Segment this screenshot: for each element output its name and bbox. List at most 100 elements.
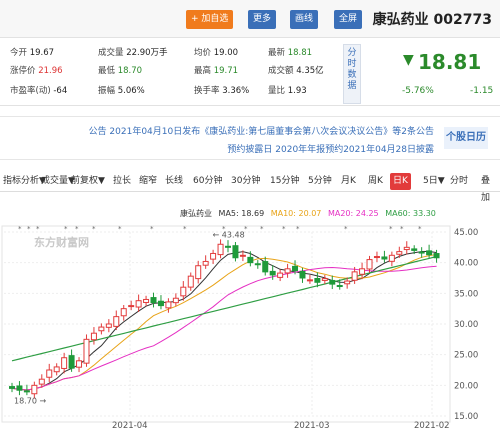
candle-body <box>157 300 164 307</box>
candle-body <box>90 332 97 341</box>
ma-lines <box>11 250 437 391</box>
disclosure-date-link[interactable]: 预约披露日 2020年年报预约2021年04月28日披露 <box>227 142 434 155</box>
candle-body <box>150 297 157 304</box>
fullscreen-button[interactable]: 全屏 <box>334 10 363 29</box>
indicator-dropdown[interactable]: 指标分析▼ <box>0 173 49 190</box>
quote-cell: 成交额 4.35亿 <box>268 66 324 76</box>
quote-cell: 均价 19.00 <box>194 48 239 58</box>
tab-overlay[interactable]: 叠加 <box>478 173 500 203</box>
candles <box>9 239 440 399</box>
candle-body <box>396 251 403 255</box>
event-marker: * <box>296 225 300 233</box>
event-marker: * <box>75 225 79 233</box>
tab-weekly-k[interactable]: 周K <box>365 173 386 190</box>
more-button[interactable]: 更多 <box>248 10 277 29</box>
candle-body <box>403 246 410 251</box>
candle-body <box>373 256 380 259</box>
tab-stretch[interactable]: 拉长 <box>110 173 134 190</box>
candle-body <box>366 259 373 270</box>
candle-body <box>247 256 254 264</box>
tab-intraday[interactable]: 分时 <box>447 173 471 190</box>
x-tick-label: 2021-03 <box>294 421 330 429</box>
calendar-tag[interactable]: 个股日历 <box>444 127 488 149</box>
candle-body <box>306 279 313 282</box>
low-annotation: 18.70 → <box>14 396 46 405</box>
candle-body <box>277 272 284 278</box>
candle-body <box>433 253 440 259</box>
quote-panel: ▼ 18.81 -1.15 -5.76% 分时 数据 今开 19.67 成交量 … <box>0 38 500 106</box>
candle-body <box>426 250 433 256</box>
5day-dropdown[interactable]: 5日▼ <box>420 173 448 190</box>
down-arrow-icon: ▼ <box>403 52 414 68</box>
candle-body <box>232 245 239 259</box>
y-tick-label: 40.00 <box>454 259 478 269</box>
y-tick-label: 30.00 <box>454 320 478 330</box>
y-tick-label: 20.00 <box>454 381 478 391</box>
candle-body <box>23 390 30 393</box>
tab-long-line[interactable]: 长线 <box>162 173 186 190</box>
announcement-link[interactable]: 公告 2021年04月10日发布《康弘药业:第七届董事会第八次会议决议公告》等2… <box>89 124 434 137</box>
candle-body <box>299 270 306 279</box>
tab-narrow[interactable]: 缩窄 <box>136 173 160 190</box>
candle-body <box>31 384 38 395</box>
latest-price: 18.81 <box>418 50 482 74</box>
candle-body <box>105 323 112 328</box>
candle-body <box>16 385 23 391</box>
quote-cell: 市盈率(动) -64 <box>10 86 68 96</box>
gridlines <box>4 231 448 417</box>
quote-cell: 最新 18.81 <box>268 48 313 58</box>
event-marker: * <box>118 225 122 233</box>
event-marker: * <box>400 225 404 233</box>
candle-body <box>262 261 269 273</box>
event-marker: * <box>418 225 422 233</box>
tab-15min[interactable]: 15分钟 <box>267 173 302 190</box>
quote-cell: 最高 19.71 <box>194 66 239 76</box>
event-marker: * <box>183 225 187 233</box>
y-tick-label: 45.00 <box>454 228 478 238</box>
candle-body <box>336 285 343 288</box>
price-change: -1.15 <box>470 86 494 96</box>
tab-intraday-data[interactable]: 分时 数据 <box>343 44 361 104</box>
tab-60min[interactable]: 60分钟 <box>190 173 225 190</box>
candle-body <box>98 326 105 332</box>
candle-body <box>76 360 83 368</box>
y-tick-label: 15.00 <box>454 412 478 422</box>
candle-body <box>388 254 395 262</box>
candle-body <box>113 316 120 327</box>
candlestick-chart[interactable]: 45.00 40.00 35.00 30.00 25.00 20.00 15.00 2021… <box>0 196 500 429</box>
candle-body <box>61 357 68 369</box>
add-favorite-button[interactable]: + 加自选 <box>186 10 234 29</box>
event-marker: * <box>92 225 96 233</box>
candle-body <box>292 265 299 272</box>
quote-cell: 量比 1.93 <box>268 86 307 96</box>
quote-cell: 换手率 3.36% <box>194 86 250 96</box>
header-bar: 康弘药业 002773 + 加自选 更多 画线 全屏 <box>0 0 500 38</box>
x-tick-label: 2021-02 <box>414 421 450 429</box>
tab-monthly-k[interactable]: 月K <box>338 173 359 190</box>
draw-line-button[interactable]: 画线 <box>290 10 319 29</box>
tab-daily-k[interactable]: 日K <box>390 173 411 190</box>
event-marker: * <box>389 225 393 233</box>
candle-body <box>269 270 276 276</box>
candle-body <box>9 386 15 389</box>
candle-body <box>321 278 328 281</box>
candle-body <box>284 268 291 274</box>
candle-body <box>239 254 246 257</box>
candle-body <box>180 286 187 297</box>
y-tick-label: 35.00 <box>454 289 478 299</box>
candle-body <box>381 256 388 260</box>
event-marker: * <box>18 225 22 233</box>
stock-title: 康弘药业 002773 <box>372 12 492 28</box>
candle-body <box>68 355 75 369</box>
candle-body <box>38 378 45 385</box>
quote-cell: 成交量 22.90万手 <box>98 48 168 58</box>
quote-cell: 最低 18.70 <box>98 66 143 76</box>
candle-body <box>359 268 366 275</box>
tab-5min[interactable]: 5分钟 <box>305 173 335 190</box>
candle-body <box>46 369 53 378</box>
ma-line <box>11 254 437 391</box>
tab-30min[interactable]: 30分钟 <box>228 173 263 190</box>
y-axis: 45.00 40.00 35.00 30.00 25.00 20.00 15.00 <box>454 228 478 422</box>
candle-body <box>254 263 261 266</box>
candle-body <box>172 297 179 304</box>
